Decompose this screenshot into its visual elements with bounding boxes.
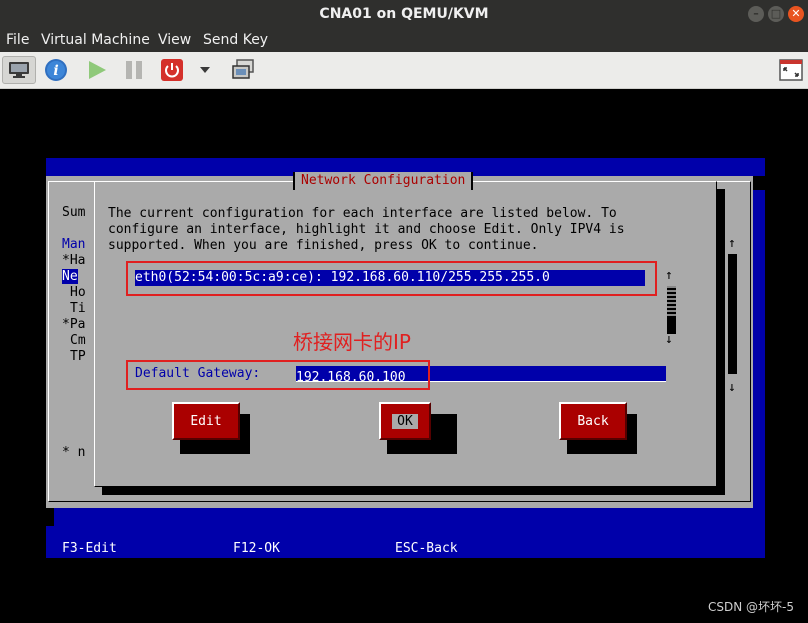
play-icon[interactable] — [82, 56, 112, 84]
watermark: CSDN @坏坏-5 — [708, 600, 794, 614]
minimize-button[interactable]: – — [748, 6, 764, 22]
snapshot-icon[interactable] — [228, 56, 258, 84]
toolbar: i — [0, 52, 808, 89]
menu-list-item: Ho — [70, 285, 86, 300]
menu-virtual-machine[interactable]: Virtual Machine — [41, 28, 150, 52]
tui-footer-bar: F3-Edit F12-OK ESC-Back — [46, 526, 765, 558]
menu-list-item: TP — [70, 349, 86, 364]
ok-button[interactable]: OK — [379, 402, 431, 440]
window-title: CNA01 on QEMU/KVM — [319, 6, 489, 22]
dialog-shadow — [717, 189, 725, 495]
scroll-down-arrow[interactable]: ↓ — [665, 332, 673, 347]
hotkey-f12: F12-OK — [233, 541, 280, 556]
scroll-up-arrow[interactable]: ↑ — [665, 268, 673, 283]
background-scrollbar — [728, 254, 737, 374]
hotkey-esc: ESC-Back — [395, 541, 458, 556]
svg-text:i: i — [53, 63, 58, 79]
scroll-up-arrow: ↑ — [728, 236, 736, 251]
menu-list-item: *Pa — [62, 317, 86, 332]
ok-button-label: OK — [392, 413, 418, 429]
menu-send-key[interactable]: Send Key — [203, 28, 268, 52]
info-icon[interactable]: i — [41, 56, 71, 84]
dialog-description-line: configure an interface, highlight it and… — [108, 222, 625, 237]
power-icon[interactable] — [157, 56, 187, 84]
annotation-box-gateway — [126, 360, 430, 390]
dialog-shadow — [102, 487, 725, 495]
menu-list-item-selected: Ne — [62, 269, 78, 284]
menu-file[interactable]: File — [6, 28, 29, 52]
back-button[interactable]: Back — [559, 402, 627, 440]
menu-list-item: Man — [62, 237, 86, 252]
menu-list-item: *Ha — [62, 253, 86, 268]
hotkey-f3: F3-Edit — [62, 541, 117, 556]
tui-shadow — [753, 190, 765, 508]
close-button[interactable]: ✕ — [788, 6, 804, 22]
dialog-title: Network Configuration — [293, 172, 474, 190]
window-titlebar[interactable]: CNA01 on QEMU/KVM – □ ✕ — [0, 0, 808, 28]
menu-list-item: * n — [62, 445, 86, 460]
scroll-down-arrow: ↓ — [728, 380, 736, 395]
dialog-description-line: The current configuration for each inter… — [108, 206, 617, 221]
fullscreen-icon[interactable] — [776, 56, 806, 84]
menu-view[interactable]: View — [158, 28, 191, 52]
tui-shadow — [54, 508, 765, 526]
dialog-description-line: supported. When you are finished, press … — [108, 238, 539, 253]
pause-icon[interactable] — [119, 56, 149, 84]
annotation-label: 桥接网卡的IP — [293, 330, 411, 354]
menu-list-item: Cm — [70, 333, 86, 348]
chevron-down-icon[interactable] — [192, 56, 218, 84]
maximize-button[interactable]: □ — [768, 6, 784, 22]
menu-list-item: Ti — [70, 301, 86, 316]
summary-label: Sum — [62, 205, 86, 220]
menu-bar: File Virtual Machine View Send Key — [0, 28, 808, 52]
annotation-box-interface — [126, 261, 657, 296]
edit-button[interactable]: Edit — [172, 402, 240, 440]
monitor-icon[interactable] — [2, 56, 36, 84]
